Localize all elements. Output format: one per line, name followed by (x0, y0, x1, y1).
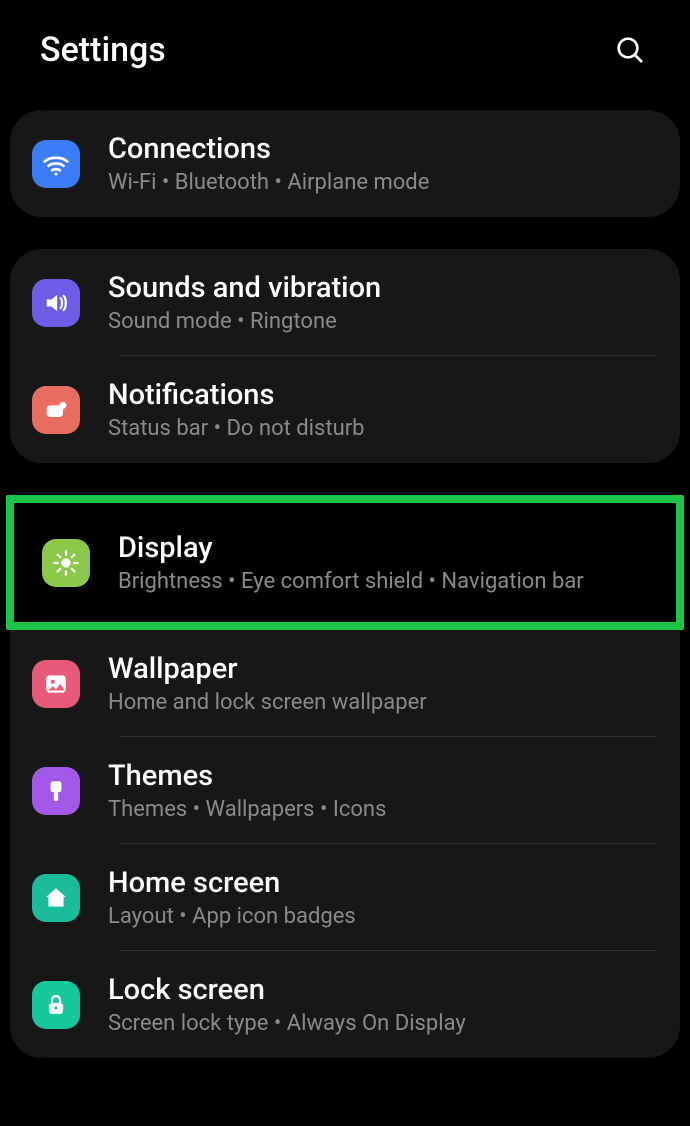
wifi-icon (32, 140, 80, 188)
item-title: Display (118, 531, 584, 565)
settings-item-sounds[interactable]: Sounds and vibration Sound mode • Ringto… (10, 249, 680, 356)
brightness-icon (42, 539, 90, 587)
item-title: Lock screen (108, 973, 466, 1007)
item-title: Notifications (108, 378, 365, 412)
item-subtitle: Brightness • Eye comfort shield • Naviga… (118, 569, 584, 594)
item-text: Notifications Status bar • Do not distur… (108, 378, 365, 441)
page-title: Settings (40, 30, 166, 70)
item-subtitle: Screen lock type • Always On Display (108, 1011, 466, 1036)
item-title: Themes (108, 759, 386, 793)
settings-item-lock-screen[interactable]: Lock screen Screen lock type • Always On… (10, 951, 680, 1058)
item-text: Display Brightness • Eye comfort shield … (118, 531, 584, 594)
item-title: Home screen (108, 866, 356, 900)
item-text: Home screen Layout • App icon badges (108, 866, 356, 929)
highlighted-item-frame: Display Brightness • Eye comfort shield … (6, 495, 684, 630)
item-subtitle: Home and lock screen wallpaper (108, 690, 427, 715)
sound-icon (32, 279, 80, 327)
settings-item-display[interactable]: Display Brightness • Eye comfort shield … (20, 509, 670, 616)
item-text: Lock screen Screen lock type • Always On… (108, 973, 466, 1036)
item-subtitle: Sound mode • Ringtone (108, 309, 381, 334)
item-subtitle: Layout • App icon badges (108, 904, 356, 929)
item-title: Sounds and vibration (108, 271, 381, 305)
settings-item-themes[interactable]: Themes Themes • Wallpapers • Icons (10, 737, 680, 844)
settings-item-connections[interactable]: Connections Wi-Fi • Bluetooth • Airplane… (10, 110, 680, 217)
item-subtitle: Themes • Wallpapers • Icons (108, 797, 386, 822)
lock-icon (32, 981, 80, 1029)
item-text: Themes Themes • Wallpapers • Icons (108, 759, 386, 822)
item-text: Sounds and vibration Sound mode • Ringto… (108, 271, 381, 334)
notification-icon (32, 386, 80, 434)
settings-group: Sounds and vibration Sound mode • Ringto… (10, 249, 680, 463)
search-button[interactable] (610, 30, 650, 70)
image-icon (32, 660, 80, 708)
settings-item-wallpaper[interactable]: Wallpaper Home and lock screen wallpaper (10, 630, 680, 737)
search-icon (614, 34, 646, 66)
header: Settings (0, 0, 690, 110)
item-title: Connections (108, 132, 429, 166)
home-icon (32, 874, 80, 922)
settings-group: Wallpaper Home and lock screen wallpaper… (10, 630, 680, 1058)
item-subtitle: Status bar • Do not disturb (108, 416, 365, 441)
settings-group: Connections Wi-Fi • Bluetooth • Airplane… (10, 110, 680, 217)
item-text: Wallpaper Home and lock screen wallpaper (108, 652, 427, 715)
item-text: Connections Wi-Fi • Bluetooth • Airplane… (108, 132, 429, 195)
settings-item-home-screen[interactable]: Home screen Layout • App icon badges (10, 844, 680, 951)
item-subtitle: Wi-Fi • Bluetooth • Airplane mode (108, 170, 429, 195)
brush-icon (32, 767, 80, 815)
item-title: Wallpaper (108, 652, 427, 686)
settings-item-notifications[interactable]: Notifications Status bar • Do not distur… (10, 356, 680, 463)
